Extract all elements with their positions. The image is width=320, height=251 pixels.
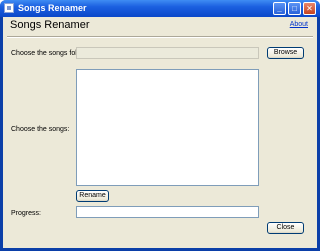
header-divider [7,36,313,38]
songs-listbox[interactable] [76,69,259,186]
about-link[interactable]: About [290,21,308,28]
songs-label: Choose the songs: [11,126,70,133]
folder-path-field[interactable] [76,47,259,59]
browse-button[interactable]: Browse [267,47,304,59]
window-title: Songs Renamer [18,3,87,13]
rename-button[interactable]: Rename [76,190,109,202]
minimize-icon[interactable]: _ [273,2,286,15]
progress-label: Progress: [11,210,41,217]
close-button[interactable]: Close [267,222,304,234]
title-bar[interactable]: Songs Renamer _ □ ✕ [0,0,320,17]
maximize-icon[interactable]: □ [288,2,301,15]
close-icon[interactable]: ✕ [303,2,316,15]
progress-field [76,206,259,218]
app-window: Songs Renamer _ □ ✕ Songs Renamer About … [0,0,320,251]
page-title: Songs Renamer [10,19,90,31]
app-icon [4,3,14,13]
